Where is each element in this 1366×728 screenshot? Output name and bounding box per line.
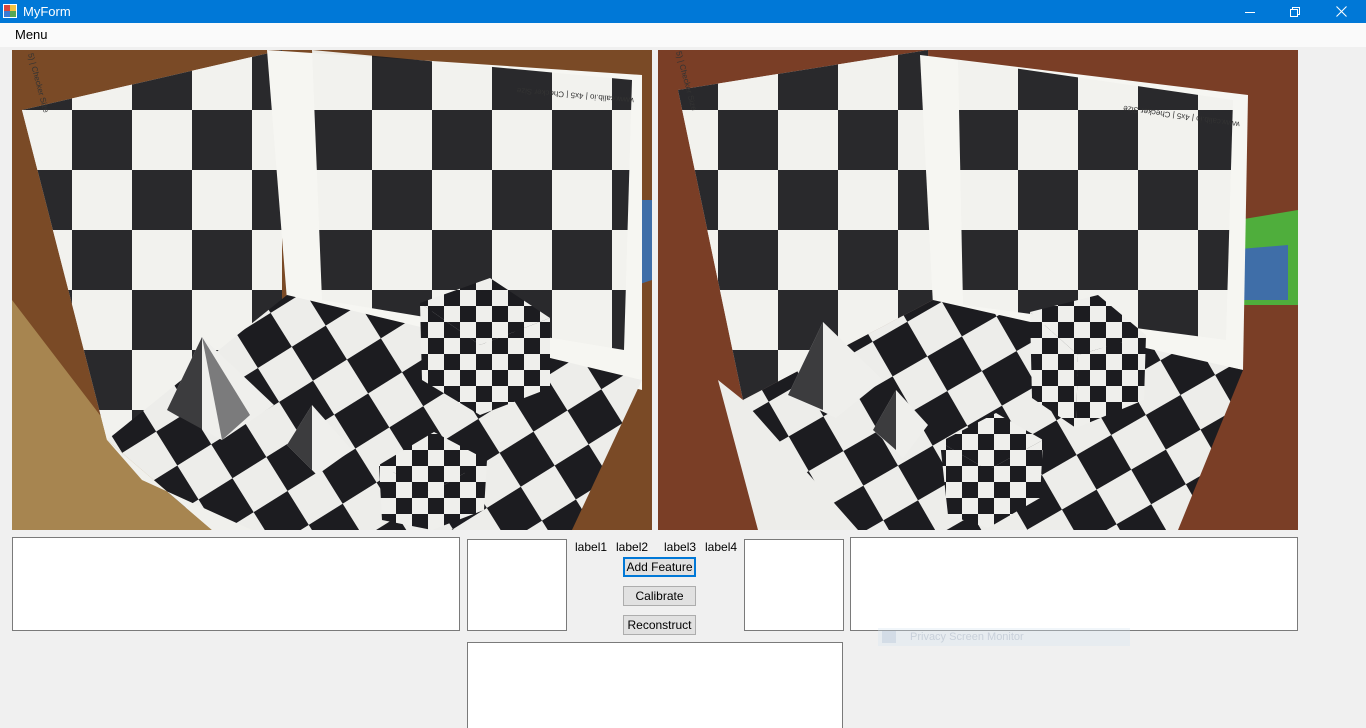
minimize-icon (1245, 11, 1255, 13)
right-output-textbox[interactable] (850, 537, 1298, 631)
checkerboard-scene-photo-right: www.calib.io | 4x5 | Checker Size5) | Ch… (658, 50, 1298, 530)
menu-item-menu[interactable]: Menu (15, 27, 48, 42)
app-icon (3, 4, 17, 18)
left-output-textbox[interactable] (12, 537, 460, 631)
left-small-textbox[interactable] (467, 539, 567, 631)
close-button[interactable] (1318, 0, 1364, 23)
menu-bar: Menu (0, 23, 1366, 47)
label4: label4 (705, 540, 738, 554)
bottom-output-textbox[interactable] (467, 642, 843, 728)
close-icon (1335, 6, 1347, 17)
window-title: MyForm (23, 4, 71, 19)
checkerboard-scene-photo-left: www.calib.io | 4x5 | Checker Size5) | Ch… (12, 50, 652, 530)
label3: label3 (664, 540, 697, 554)
reconstruct-button[interactable]: Reconstruct (623, 615, 696, 635)
label1: label1 (575, 540, 608, 554)
right-small-textbox[interactable] (744, 539, 844, 631)
label2: label2 (616, 540, 649, 554)
overlay-icon (882, 631, 896, 643)
left-image: www.calib.io | 4x5 | Checker Size 5) | Ch… (12, 50, 652, 530)
faint-overlay: Privacy Screen Monitor (878, 628, 1130, 646)
restore-icon (1290, 6, 1300, 17)
overlay-text: Privacy Screen Monitor (910, 631, 1024, 643)
add-feature-button[interactable]: Add Feature (623, 557, 696, 577)
calibrate-button[interactable]: Calibrate (623, 586, 696, 606)
right-image: www.calib.io | 4x5 | Checker Size 5) | Ch… (658, 50, 1298, 530)
minimize-button[interactable] (1227, 0, 1273, 23)
restore-button[interactable] (1272, 0, 1318, 23)
title-bar[interactable]: MyForm (0, 0, 1366, 23)
